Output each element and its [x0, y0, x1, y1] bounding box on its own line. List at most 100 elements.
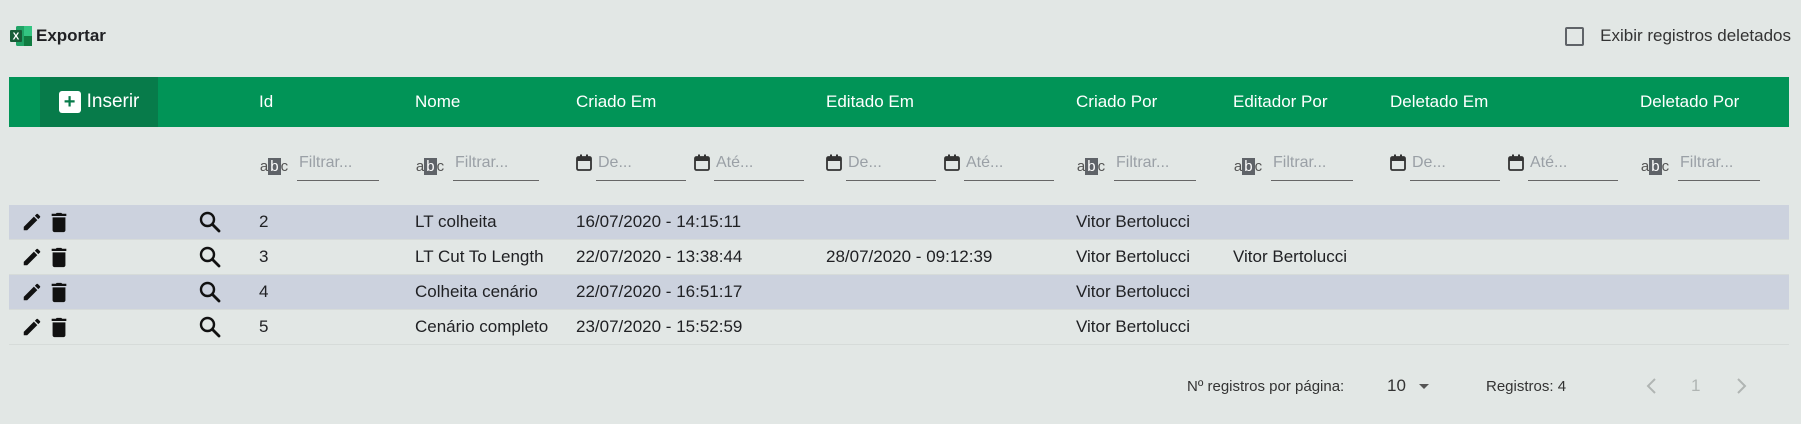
cell-id: 5 [259, 317, 269, 336]
table-header: + Inserir Id Nome Criado Em Editado Em C… [9, 77, 1789, 127]
search-icon[interactable] [198, 210, 222, 234]
filter-criado-por: abc [1076, 148, 1196, 181]
chevron-right-icon [1737, 378, 1747, 394]
table-row[interactable]: 5 Cenário completo 23/07/2020 - 15:52:59 Vi… [9, 310, 1789, 345]
text-filter-icon: abc [1640, 158, 1670, 175]
insert-label: Inserir [86, 91, 140, 112]
filter-deletado-em-from-input[interactable] [1410, 148, 1500, 181]
show-deleted-checkbox[interactable] [1565, 26, 1585, 46]
per-page-value: 10 [1387, 376, 1406, 395]
search-icon[interactable] [198, 245, 222, 269]
filter-criado-em-from [576, 148, 686, 181]
calendar-icon[interactable] [826, 154, 842, 171]
column-header-id[interactable]: Id [259, 77, 273, 127]
edit-icon[interactable] [21, 246, 43, 268]
filter-editado-em-from-input[interactable] [846, 148, 936, 181]
filter-criado-por-input[interactable] [1114, 148, 1196, 181]
column-header-deletado-em[interactable]: Deletado Em [1390, 77, 1488, 127]
show-deleted-label: Exibir registros deletados [1600, 26, 1791, 45]
excel-icon: X [10, 26, 32, 46]
text-filter-icon: abc [415, 158, 445, 175]
cell-criado-em: 22/07/2020 - 16:51:17 [576, 282, 743, 301]
filter-editado-por-input[interactable] [1271, 148, 1353, 181]
calendar-icon[interactable] [1390, 154, 1406, 171]
column-header-criado-em[interactable]: Criado Em [576, 77, 656, 127]
filter-deletado-em-to-input[interactable] [1528, 148, 1618, 181]
row-actions [21, 316, 69, 338]
trash-icon[interactable] [49, 281, 69, 303]
trash-icon[interactable] [49, 246, 69, 268]
next-page-button[interactable] [1734, 377, 1748, 399]
trash-icon[interactable] [49, 211, 69, 233]
search-icon[interactable] [198, 315, 222, 339]
calendar-icon[interactable] [1508, 154, 1524, 171]
current-page: 1 [1691, 376, 1701, 395]
cell-criado-por: Vitor Bertolucci [1076, 212, 1191, 231]
filter-id: abc [259, 148, 379, 181]
cell-id: 3 [259, 247, 269, 266]
cell-id: 4 [259, 282, 269, 301]
cell-criado-em: 23/07/2020 - 15:52:59 [576, 317, 743, 336]
cell-id: 2 [259, 212, 269, 231]
cell-criado-em: 16/07/2020 - 14:15:11 [576, 212, 742, 231]
cell-criado-em: 22/07/2020 - 13:38:44 [576, 247, 743, 266]
column-header-editado-por[interactable]: Editador Por [1233, 77, 1328, 127]
export-button[interactable]: X Exportar [10, 26, 106, 46]
filter-nome-input[interactable] [453, 148, 539, 181]
text-filter-icon: abc [1076, 158, 1106, 175]
calendar-icon[interactable] [694, 154, 710, 171]
cell-nome: LT colheita [415, 212, 497, 231]
data-table: 2 LT colheita 16/07/2020 - 14:15:11 Vitor B… [9, 205, 1789, 345]
filter-row: abc abc abc abc abc [9, 140, 1789, 200]
top-toolbar: X Exportar Exibir registros deletados [10, 22, 1791, 54]
cell-criado-por: Vitor Bertolucci [1076, 247, 1191, 266]
records-count: Registros: 4 [1486, 378, 1567, 395]
filter-deletado-em-to [1508, 148, 1618, 181]
column-header-editado-em[interactable]: Editado Em [826, 77, 914, 127]
pagination: Nº registros por página: 10 Registros: 4… [0, 372, 1801, 402]
show-deleted-toggle[interactable]: Exibir registros deletados [1565, 26, 1791, 46]
text-filter-icon: abc [1233, 158, 1263, 175]
insert-button[interactable]: + Inserir [40, 77, 158, 127]
filter-nome: abc [415, 148, 539, 181]
column-header-nome[interactable]: Nome [415, 77, 460, 127]
table-row[interactable]: 2 LT colheita 16/07/2020 - 14:15:11 Vitor B… [9, 205, 1789, 240]
filter-editado-por: abc [1233, 148, 1353, 181]
filter-criado-em-from-input[interactable] [596, 148, 686, 181]
cell-criado-por: Vitor Bertolucci [1076, 317, 1191, 336]
trash-icon[interactable] [49, 316, 69, 338]
search-icon[interactable] [198, 280, 222, 304]
column-header-criado-por[interactable]: Criado Por [1076, 77, 1157, 127]
per-page-select[interactable]: 10 [1387, 376, 1431, 396]
cell-editado-em: 28/07/2020 - 09:12:39 [826, 247, 993, 266]
filter-deletado-em-from [1390, 148, 1500, 181]
cell-editado-por: Vitor Bertolucci [1233, 247, 1348, 266]
filter-deletado-por-input[interactable] [1678, 148, 1760, 181]
filter-criado-em-to-input[interactable] [714, 148, 804, 181]
column-header-deletado-por[interactable]: Deletado Por [1640, 77, 1739, 127]
edit-icon[interactable] [21, 281, 43, 303]
prev-page-button[interactable] [1645, 377, 1659, 399]
edit-icon[interactable] [21, 211, 43, 233]
cell-nome: LT Cut To Length [415, 247, 544, 266]
table-row[interactable]: 4 Colheita cenário 22/07/2020 - 16:51:17 Vi… [9, 275, 1789, 310]
per-page-label: Nº registros por página: [1187, 378, 1345, 395]
edit-icon[interactable] [21, 316, 43, 338]
row-actions [21, 211, 69, 233]
filter-deletado-por: abc [1640, 148, 1760, 181]
calendar-icon[interactable] [576, 154, 592, 171]
row-actions [21, 281, 69, 303]
export-label: Exportar [36, 26, 106, 45]
cell-nome: Cenário completo [415, 317, 549, 336]
filter-editado-em-from [826, 148, 936, 181]
cell-criado-por: Vitor Bertolucci [1076, 282, 1191, 301]
calendar-icon[interactable] [944, 154, 960, 171]
filter-id-input[interactable] [297, 148, 379, 181]
chevron-down-icon [1418, 384, 1429, 389]
svg-text:X: X [13, 32, 20, 43]
chevron-left-icon [1646, 378, 1656, 394]
text-filter-icon: abc [259, 158, 289, 175]
filter-criado-em-to [694, 148, 804, 181]
filter-editado-em-to-input[interactable] [964, 148, 1054, 181]
table-row[interactable]: 3 LT Cut To Length 22/07/2020 - 13:38:44 28… [9, 240, 1789, 275]
